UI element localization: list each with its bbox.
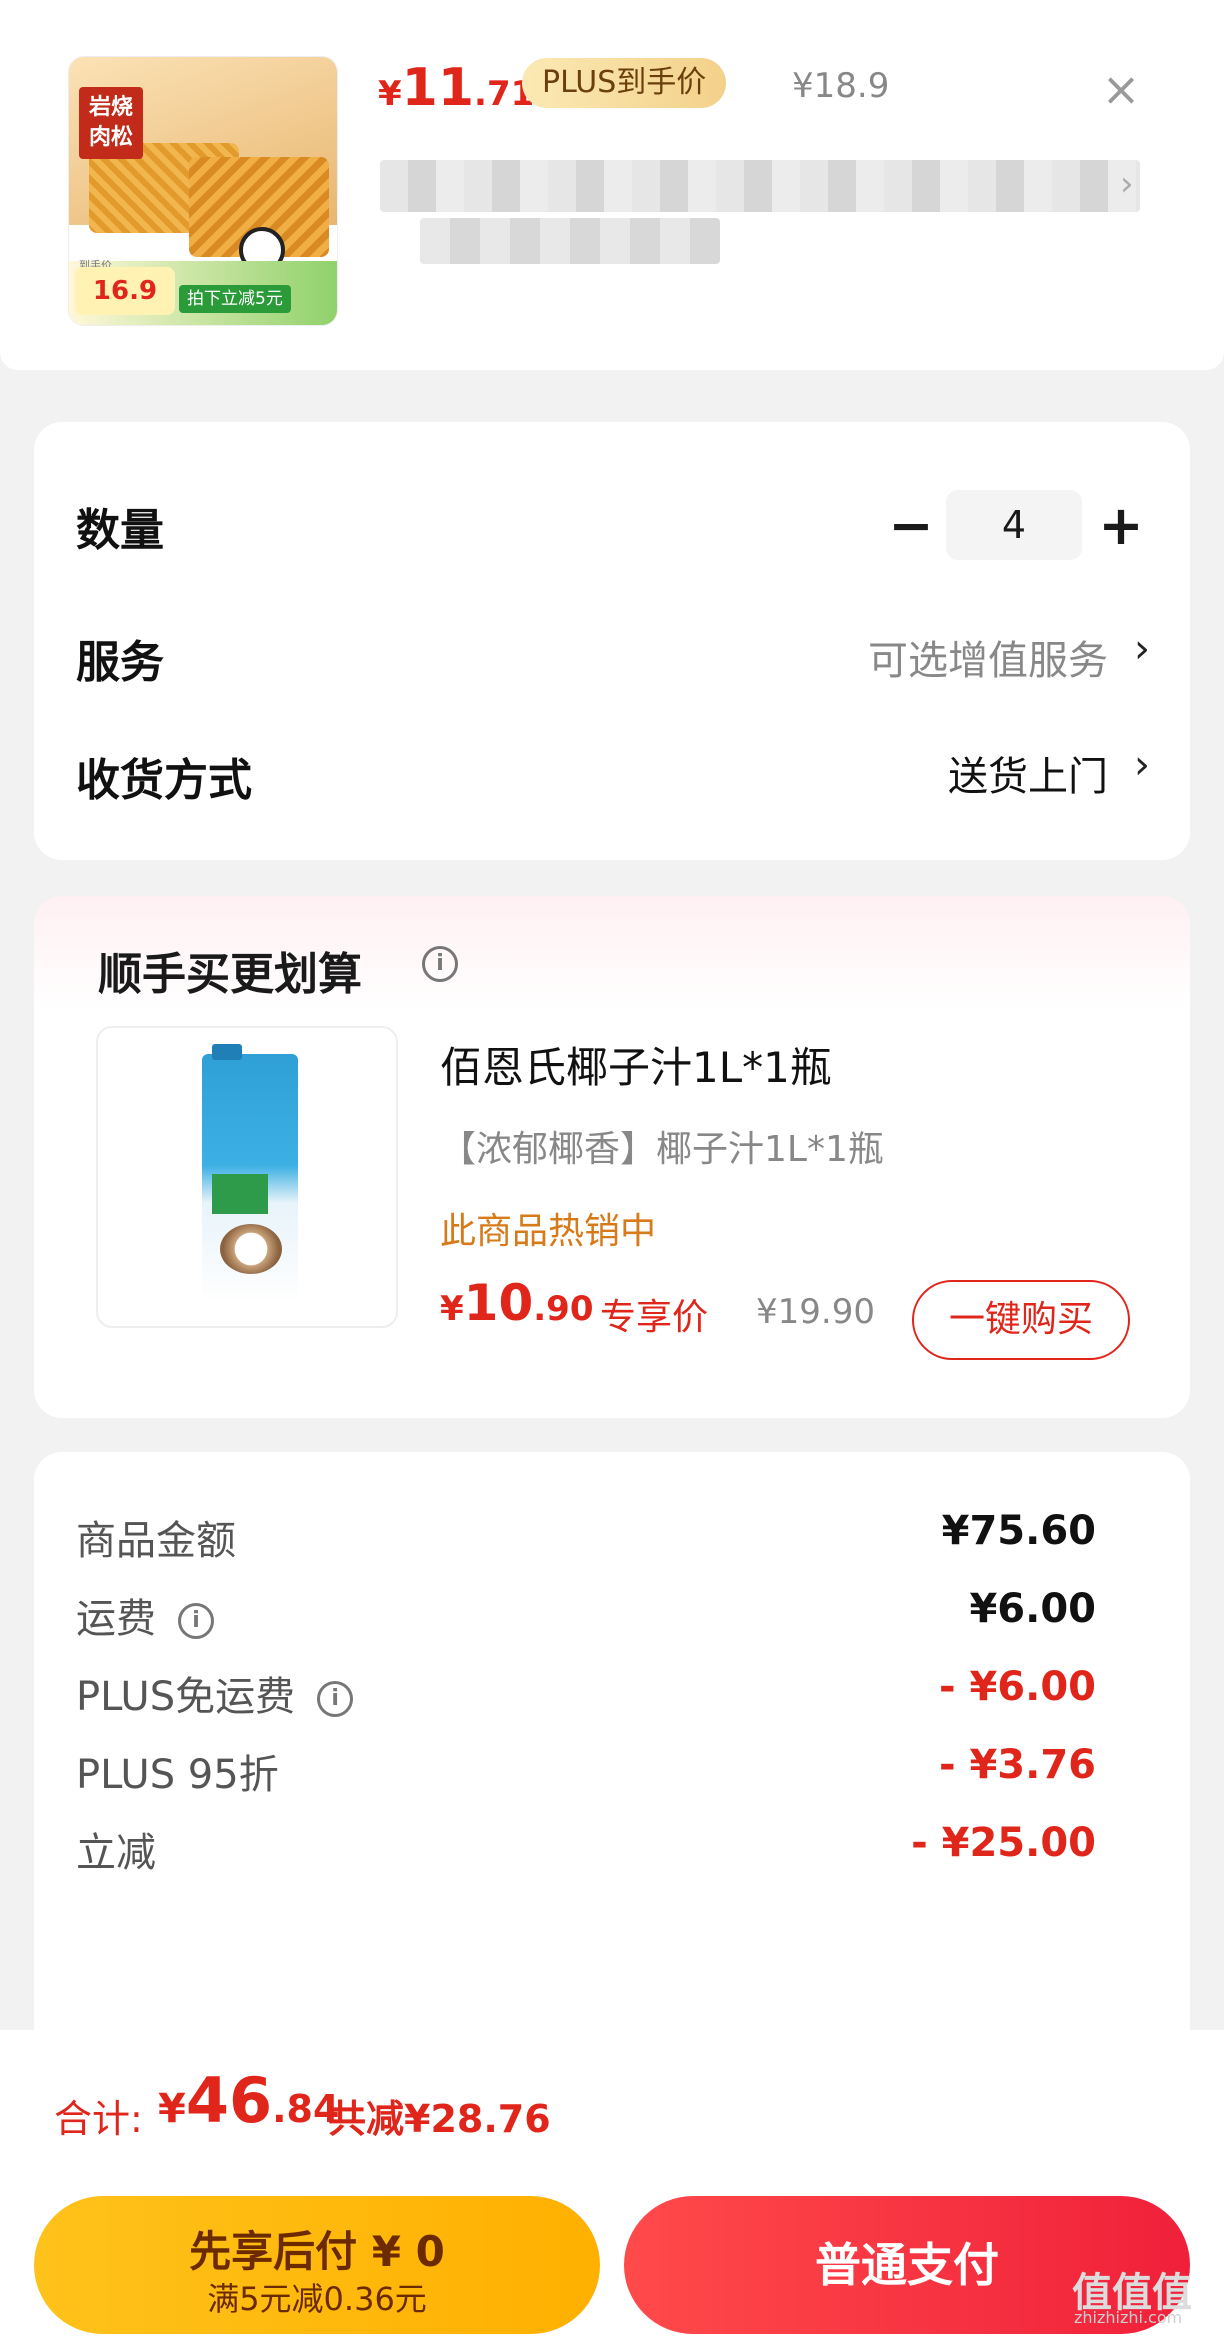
service-value: 可选增值服务 [868,638,1108,684]
price-symbol: ¥ [158,2086,186,2132]
total-saved: 共减¥28.76 [328,2097,551,2141]
chevron-right-icon: › [1134,626,1150,672]
info-circle-icon[interactable]: i [317,1674,354,1720]
checkout-footer: 合计: ¥46.84 共减¥28.76 先享后付 ¥ 0 满5元减0.36元 普… [0,2030,1224,2347]
product-header: 岩烧 肉松 到手价 16.9 拍下立减5元 ¥11.71 PLUS到手价 ¥18… [0,0,1224,370]
upsell-price: ¥10.90 [440,1274,594,1332]
summary-value: - ¥6.00 [938,1664,1096,1710]
summary-value: ¥6.00 [969,1586,1096,1632]
price-integer: 10 [463,1274,534,1332]
chevron-right-icon[interactable]: › [1120,164,1134,204]
original-price: ¥18.9 [792,66,890,106]
thumbnail-brand-tag: 岩烧 肉松 [79,87,143,159]
coconut-juice-bottle [202,1044,298,1302]
plus-price-tag: PLUS到手价 [522,58,727,108]
watermark-url: zhizhizhi.com [1074,2308,1183,2327]
upsell-hot-label: 此商品热销中 [440,1211,657,1252]
delivery-label: 收货方式 [76,755,252,806]
total-label: 合计: [54,2097,143,2141]
one-click-buy-button[interactable]: 一键购买 [912,1280,1130,1360]
quantity-label: 数量 [76,505,164,556]
upsell-product-image[interactable] [96,1026,398,1328]
info-circle-icon[interactable]: i [422,946,458,982]
upsell-product-name[interactable]: 佰恩氏椰子汁1L*1瓶 [440,1034,832,1095]
service-label: 服务 [76,637,164,688]
price-decimal: .90 [533,1289,594,1329]
price-integer: 11 [401,58,475,118]
summary-label: PLUS免运费 i [76,1664,354,1722]
chevron-right-icon: › [1134,742,1150,788]
price-symbol: ¥ [440,1289,464,1329]
summary-value: - ¥3.76 [938,1742,1096,1788]
quantity-input[interactable]: 4 [946,490,1082,560]
product-spec-blurred [420,218,720,264]
thumbnail-save-tag: 拍下立减5元 [179,285,291,313]
price-integer: 46 [185,2064,273,2137]
upsell-product-subtitle: 【浓郁椰香】椰子汁1L*1瓶 [440,1129,884,1170]
summary-value: ¥75.60 [941,1508,1096,1554]
summary-label: 立减 [76,1830,156,1876]
quantity-increase-button[interactable]: + [1090,498,1152,554]
product-title-blurred[interactable] [380,160,1140,212]
pay-later-subtitle: 满5元减0.36元 [207,2280,427,2318]
options-card: 数量 − 4 + 服务 可选增值服务 › 收货方式 送货上门 › [34,422,1190,860]
upsell-card: 顺手买更划算 i 佰恩氏椰子汁1L*1瓶 【浓郁椰香】椰子汁1L*1瓶 此商品热… [34,896,1190,1418]
upsell-original-price: ¥19.90 [756,1292,875,1332]
delivery-value: 送货上门 [948,754,1108,800]
summary-label: 运费 i [76,1586,214,1644]
summary-label: PLUS 95折 [76,1752,279,1798]
info-circle-icon[interactable]: i [178,1596,214,1642]
close-icon[interactable]: × [1098,66,1144,112]
quantity-decrease-button[interactable]: − [880,498,942,554]
price-symbol: ¥ [378,74,402,114]
thumbnail-hand-price: 16.9 [75,267,175,315]
total-price: ¥46.84 [158,2064,339,2137]
product-thumbnail[interactable]: 岩烧 肉松 到手价 16.9 拍下立减5元 [68,56,338,326]
upsell-title: 顺手买更划算 [98,949,362,1000]
product-price: ¥11.71 [378,58,534,118]
pay-later-title: 先享后付 ¥ 0 [189,2227,445,2276]
pay-later-button[interactable]: 先享后付 ¥ 0 满5元减0.36元 [34,2196,600,2334]
summary-label: 商品金额 [76,1518,236,1564]
exclusive-price-label: 专享价 [600,1297,709,1338]
summary-value: - ¥25.00 [911,1820,1096,1866]
